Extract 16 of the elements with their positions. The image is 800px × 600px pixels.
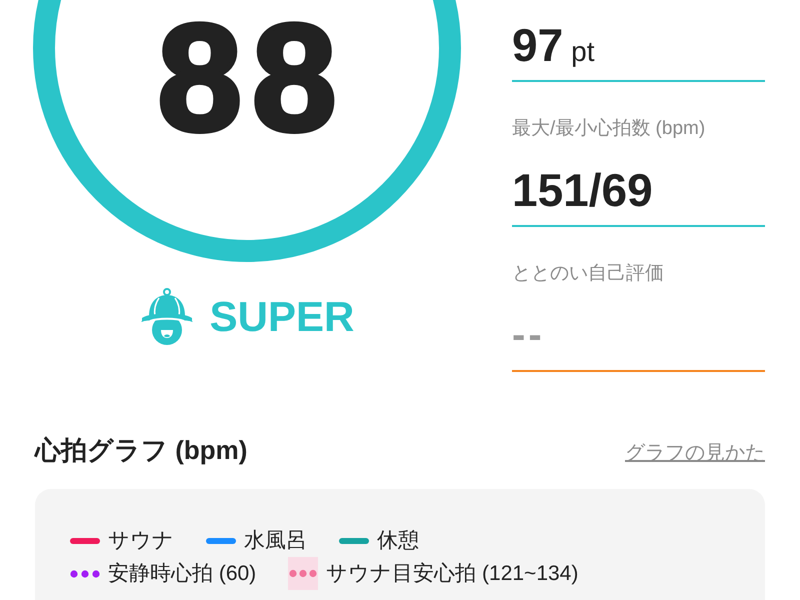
score-value: 88 [156, 18, 347, 138]
stat-label: 最大/最小心拍数 (bpm) [512, 117, 706, 141]
section-title: 心拍グラフ (bpm) [35, 434, 248, 467]
legend-label: 水風呂 [244, 528, 307, 554]
stat-unit: pt [571, 36, 595, 68]
legend-label: サウナ [108, 528, 174, 554]
stat-value: 97 [512, 21, 564, 69]
stat-value: -- [512, 312, 545, 359]
legend-label: 安静時心拍 (60) [108, 561, 256, 587]
stat-value: 151/69 [512, 166, 653, 214]
rank-label: SUPER [210, 296, 354, 338]
help-link[interactable]: グラフの見かた [625, 439, 765, 466]
stat-label: ととのい自己評価 [512, 262, 665, 286]
mascot-icon [140, 288, 194, 346]
legend-label: サウナ目安心拍 (121~134) [326, 561, 578, 587]
legend-label: 休憩 [377, 528, 419, 554]
